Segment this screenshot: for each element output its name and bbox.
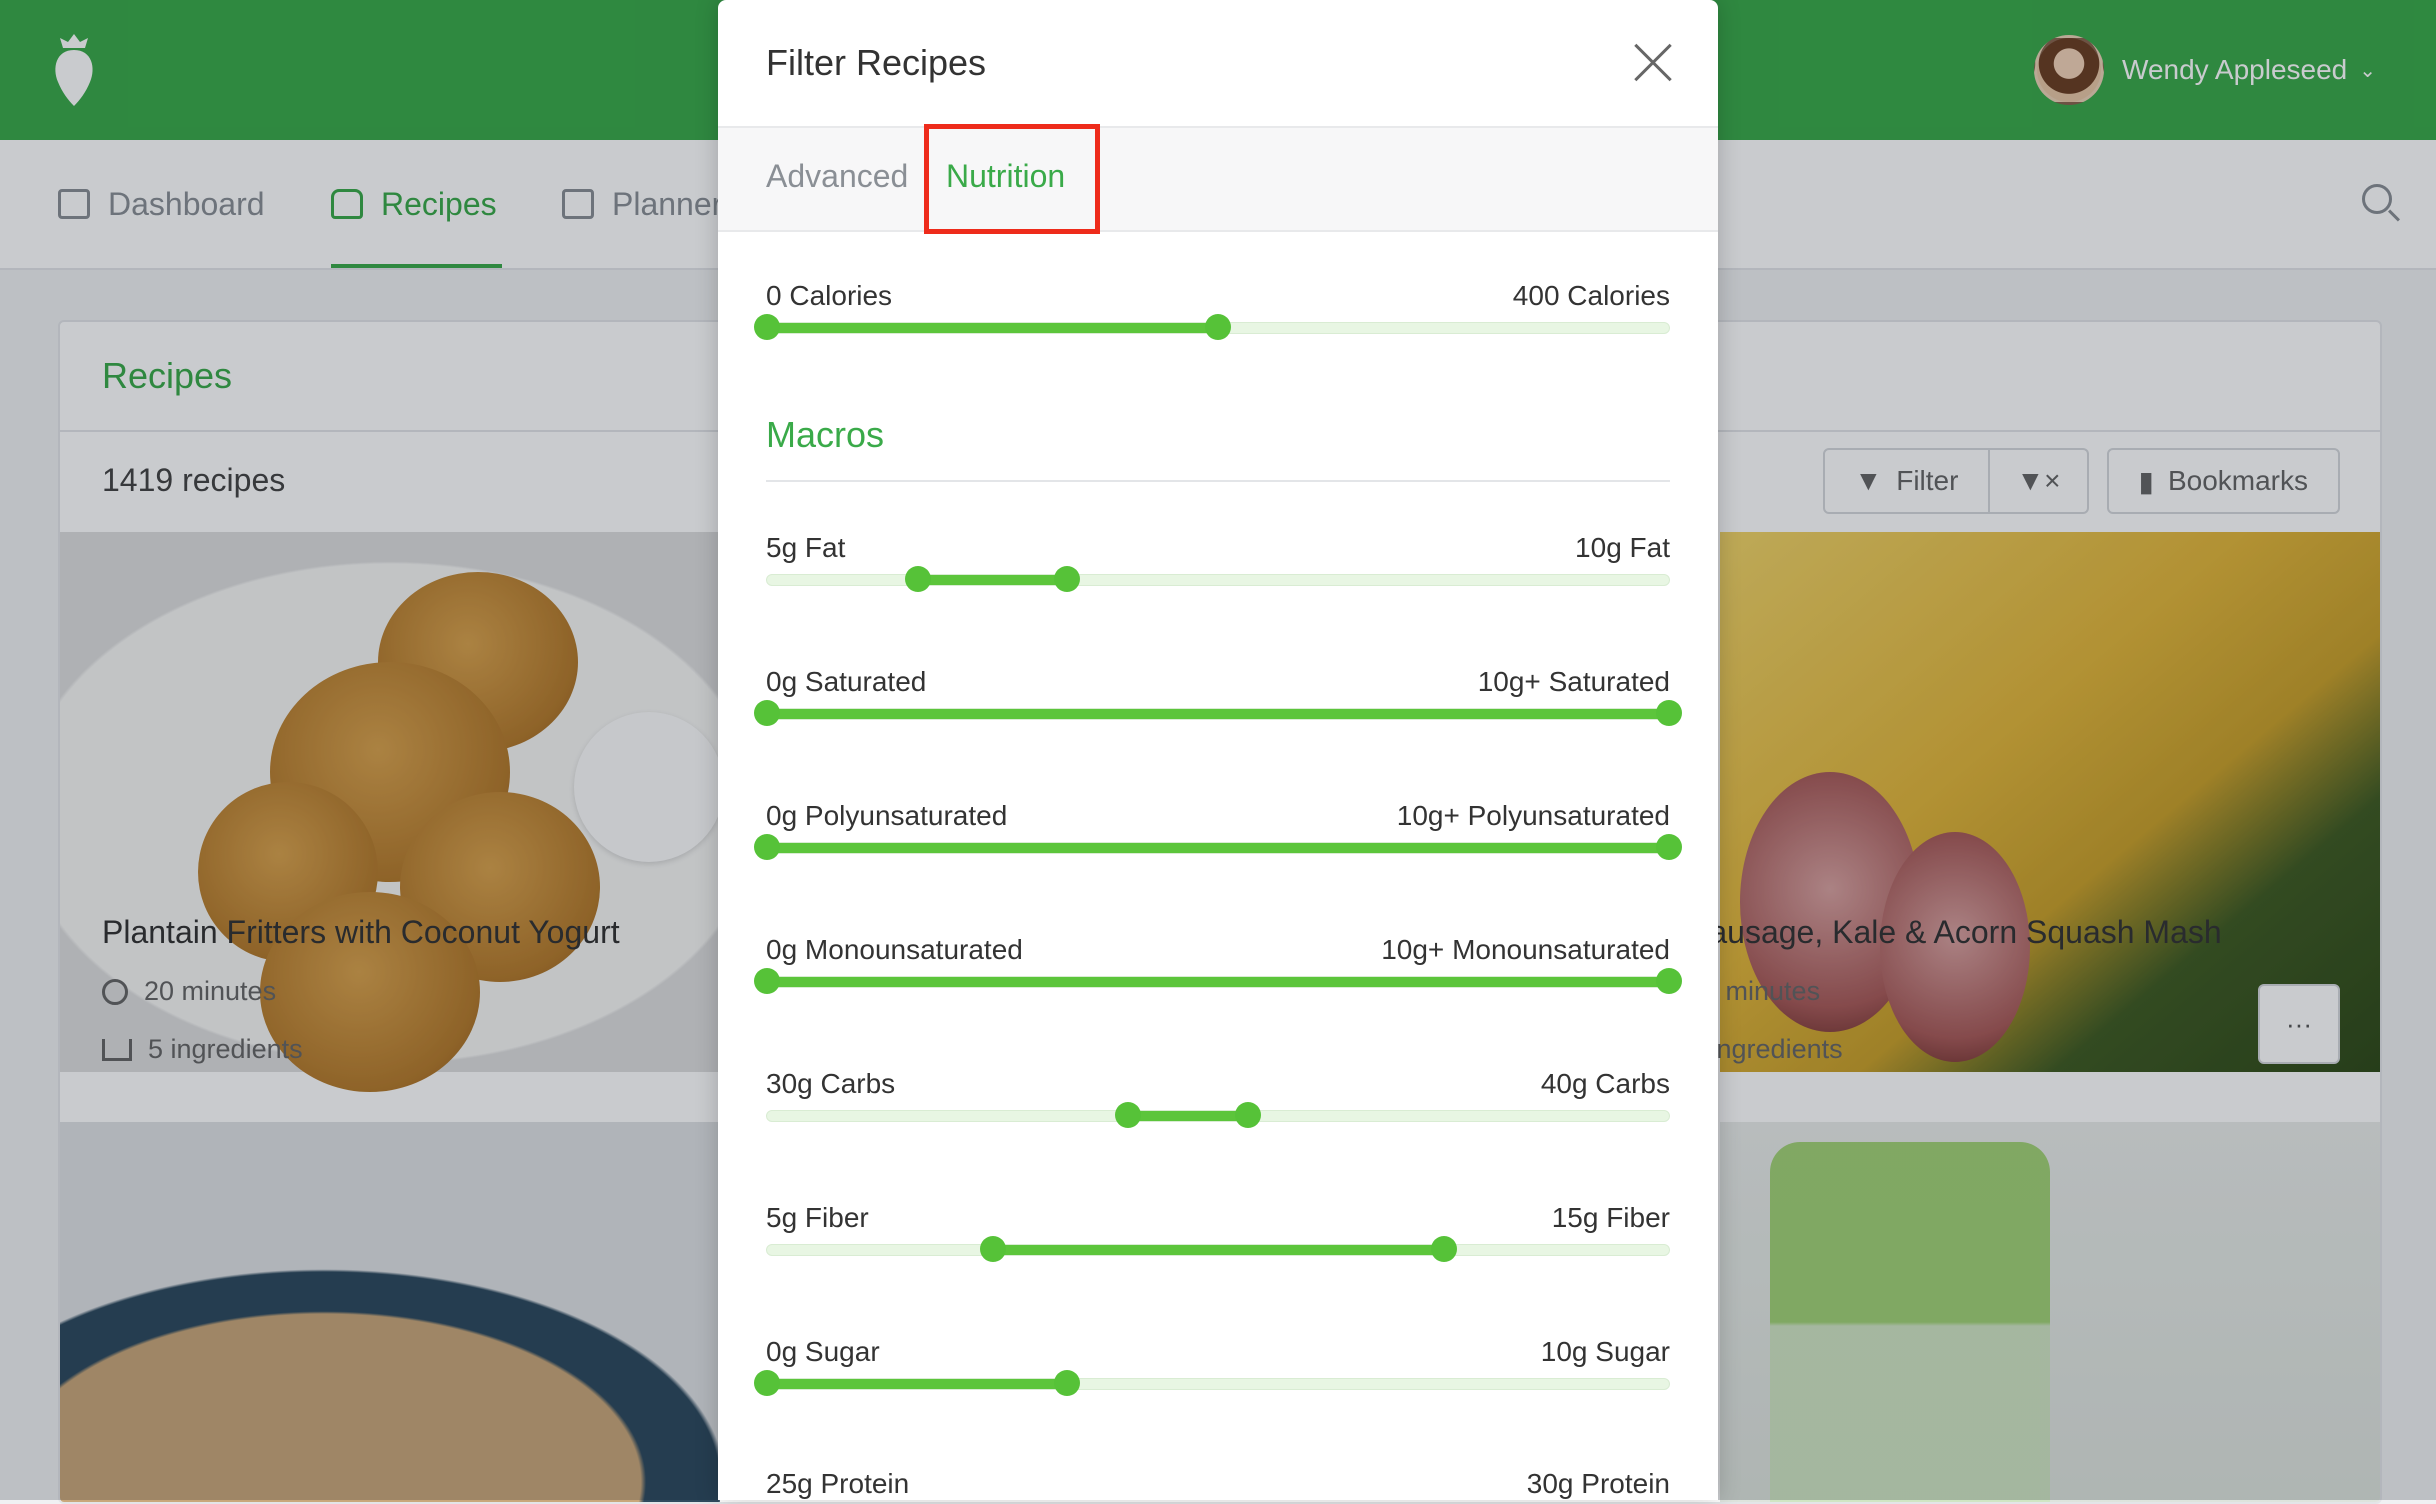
slider-min-label: 30g Carbs	[766, 1068, 896, 1099]
slider-min-label: 0g Sugar	[766, 1336, 880, 1367]
slider-max-handle[interactable]	[1656, 700, 1682, 726]
close-icon[interactable]	[1634, 44, 1672, 82]
slider-max-label: 400 Calories	[1512, 280, 1670, 311]
slider-min-handle[interactable]	[754, 700, 780, 726]
slider-max-label: 30g Protein	[1526, 1468, 1670, 1499]
slider-min-label: 0g Saturated	[766, 666, 927, 697]
slider-max-label: 10g+ Saturated	[1477, 666, 1670, 697]
slider-max-label: 40g Carbs	[1540, 1068, 1670, 1099]
macros-heading: Macros	[766, 414, 1670, 482]
slider-fill	[767, 709, 1669, 719]
slider-track[interactable]	[766, 1102, 1670, 1128]
slider-max-handle[interactable]	[1656, 834, 1682, 860]
slider-max-handle[interactable]	[1656, 968, 1682, 994]
slider-track[interactable]	[766, 1236, 1670, 1262]
slider-max-handle[interactable]	[1430, 1236, 1457, 1262]
slider-min-handle[interactable]	[754, 1370, 780, 1396]
slider-min-handle[interactable]	[1114, 1102, 1141, 1128]
slider-max-label: 10g+ Monounsaturated	[1381, 934, 1670, 965]
slider-track[interactable]	[754, 834, 1682, 860]
slider-max-handle[interactable]	[1054, 566, 1081, 592]
slider-max-handle[interactable]	[1234, 1102, 1261, 1128]
tab-highlight-box	[924, 124, 1100, 234]
slider-fill	[767, 843, 1669, 853]
slider-max-label: 10g Sugar	[1540, 1336, 1670, 1367]
slider-track[interactable]	[754, 968, 1682, 994]
slider-min-label: 25g Protein	[766, 1468, 910, 1499]
slider-min-label: 0g Monounsaturated	[766, 934, 1023, 965]
slider-min-label: 5g Fat	[766, 532, 846, 563]
slider-min-label: 5g Fiber	[766, 1202, 869, 1233]
slider-min-handle[interactable]	[754, 314, 780, 340]
slider-max-handle[interactable]	[1205, 314, 1231, 340]
modal-header: Filter Recipes	[718, 0, 1718, 128]
modal-title: Filter Recipes	[766, 42, 987, 83]
slider-max-handle[interactable]	[1054, 1370, 1081, 1396]
slider-track[interactable]	[754, 700, 1682, 726]
slider-min-handle[interactable]	[979, 1236, 1006, 1262]
slider-fill	[767, 323, 1218, 333]
slider-max-label: 10g Fat	[1575, 532, 1670, 563]
slider-min-handle[interactable]	[754, 834, 780, 860]
slider-track[interactable]	[754, 1370, 1670, 1396]
slider-min-handle[interactable]	[754, 968, 780, 994]
slider-track[interactable]	[766, 566, 1670, 592]
slider-fill	[767, 977, 1669, 987]
tab-advanced[interactable]: Advanced	[766, 158, 908, 195]
slider-max-label: 15g Fiber	[1551, 1202, 1670, 1233]
slider-min-handle[interactable]	[904, 566, 931, 592]
slider-min-label: 0 Calories	[766, 280, 893, 311]
slider-track[interactable]	[754, 314, 1670, 340]
slider-fill	[992, 1245, 1444, 1255]
modal-tabs: Advanced Nutrition	[718, 128, 1718, 232]
slider-max-label: 10g+ Polyunsaturated	[1396, 800, 1670, 831]
slider-fill	[767, 1379, 1068, 1389]
filter-recipes-modal: Filter Recipes Advanced Nutrition Macros…	[718, 0, 1718, 1500]
slider-fill	[917, 575, 1068, 585]
slider-fill	[1127, 1111, 1248, 1121]
slider-min-label: 0g Polyunsaturated	[766, 800, 1008, 831]
